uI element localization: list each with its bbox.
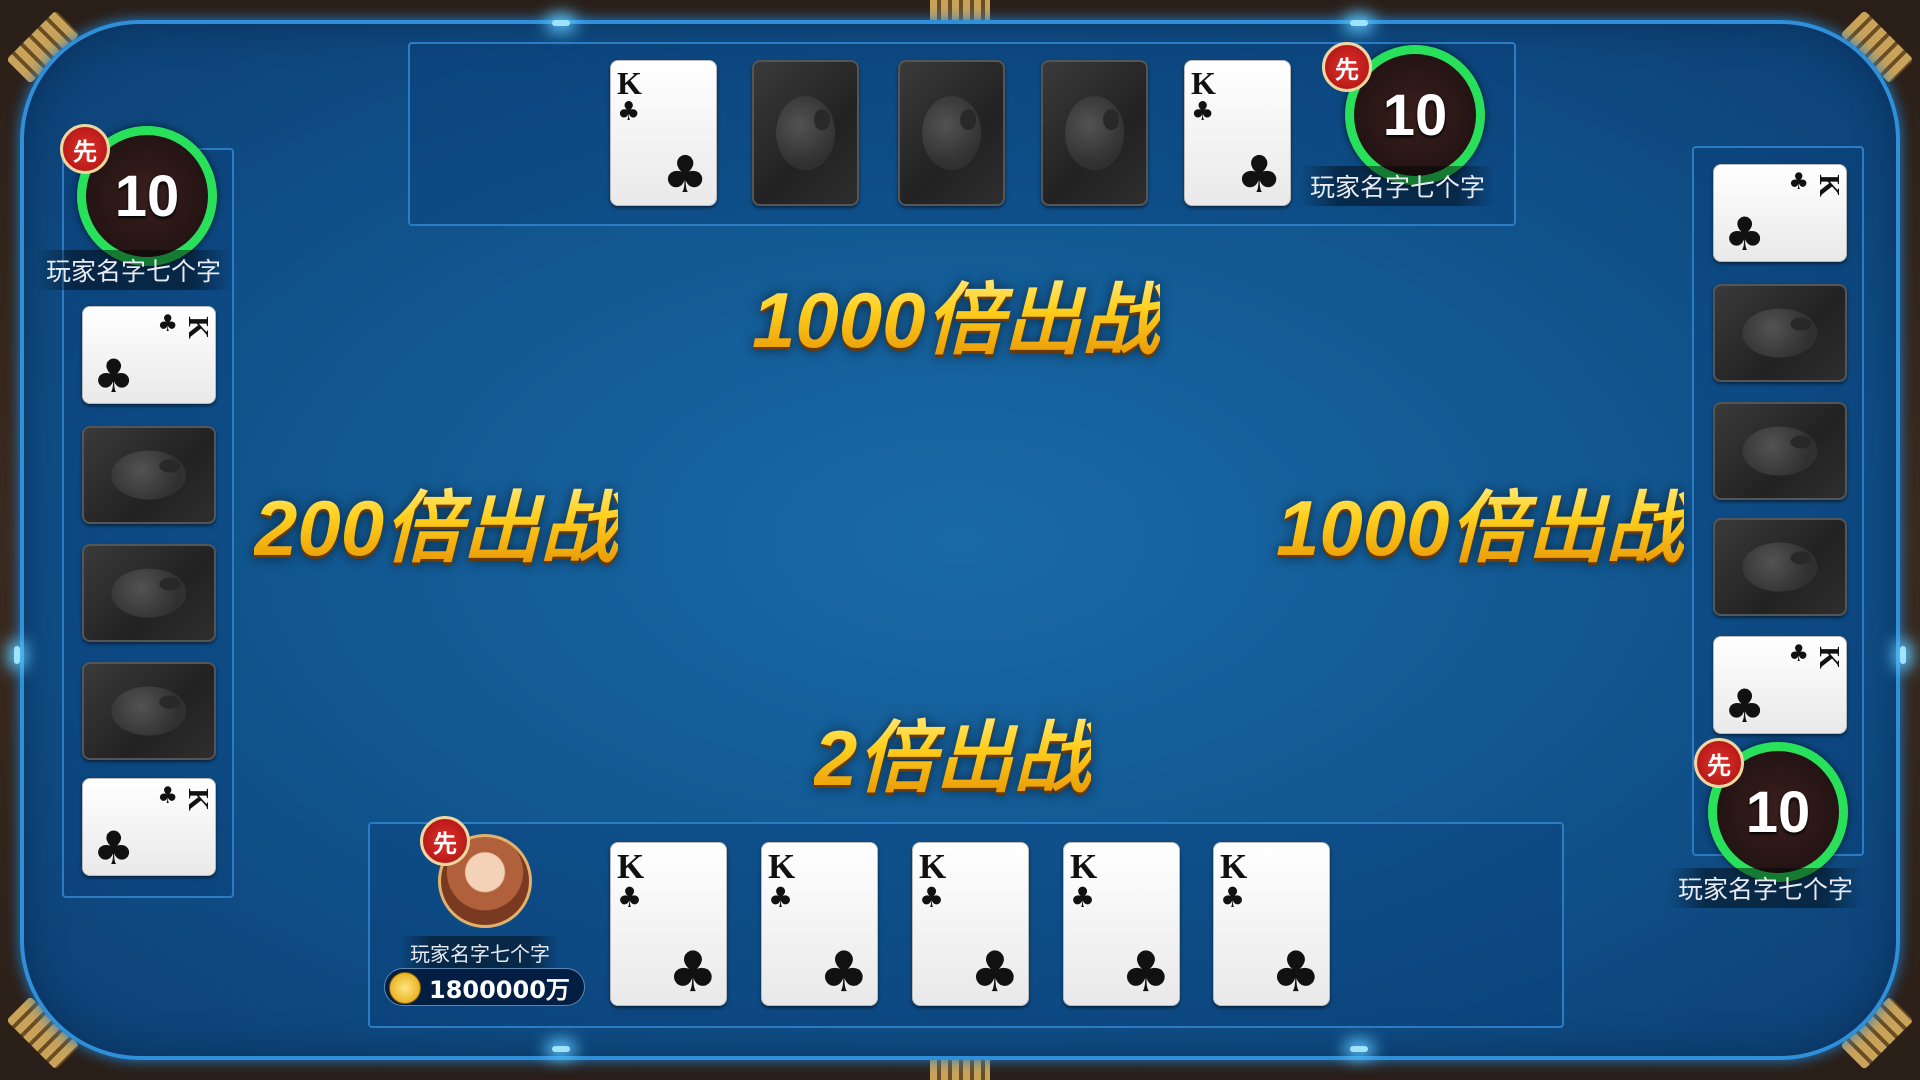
table-light: [552, 20, 570, 26]
card-back: [1713, 284, 1847, 382]
club-suit-icon: ♣: [818, 940, 869, 1005]
card-back: [1713, 518, 1847, 616]
club-suit-icon: ♣: [1236, 146, 1282, 205]
self-player-name: 玩家名字七个字: [400, 936, 560, 969]
table-light: [1900, 646, 1906, 664]
card-rank: K: [182, 788, 215, 811]
first-player-badge: 先: [60, 124, 110, 174]
club-suit-icon: ♣: [1724, 679, 1766, 733]
playing-card: K ♣ ♣: [82, 778, 216, 876]
club-suit-icon: ♣: [1220, 881, 1246, 914]
timer-count: 10: [1745, 779, 1811, 845]
playing-card: K ♣ ♣: [610, 60, 717, 206]
card-back: [1713, 402, 1847, 500]
club-suit-icon: ♣: [1120, 940, 1171, 1005]
club-suit-icon: ♣: [157, 311, 178, 337]
playing-card: K ♣ ♣: [1184, 60, 1291, 206]
right-bet-label: 1000倍出战: [1276, 466, 1684, 578]
card-back: [82, 662, 216, 760]
club-suit-icon: ♣: [617, 881, 643, 914]
club-suit-icon: ♣: [969, 940, 1020, 1005]
timer-count: 10: [114, 163, 180, 229]
card-rank: K: [182, 316, 215, 339]
club-suit-icon: ♣: [768, 881, 794, 914]
club-suit-icon: ♣: [617, 97, 641, 127]
card-back: [752, 60, 859, 206]
rim-ornament: [930, 1058, 990, 1080]
card-rank: K: [1070, 847, 1098, 886]
club-suit-icon: ♣: [1070, 881, 1096, 914]
playing-card: K ♣ ♣: [1713, 164, 1847, 262]
whale-logo-icon: [1064, 96, 1125, 170]
card-back: [82, 426, 216, 524]
card-back: [1041, 60, 1148, 206]
card-rank: K: [1813, 646, 1846, 669]
table-light: [14, 646, 20, 664]
playing-card: K ♣ ♣: [82, 306, 216, 404]
playing-card[interactable]: K ♣ ♣: [1063, 842, 1180, 1006]
card-rank: K: [1191, 65, 1216, 101]
rim-ornament: [930, 0, 990, 22]
whale-logo-icon: [1742, 542, 1818, 592]
gold-coin-icon: [389, 972, 421, 1004]
club-suit-icon: ♣: [919, 881, 945, 914]
card-rank: K: [1813, 174, 1846, 197]
table-light: [1350, 1046, 1368, 1052]
card-back: [898, 60, 1005, 206]
whale-logo-icon: [1742, 308, 1818, 358]
playing-card[interactable]: K ♣ ♣: [761, 842, 878, 1006]
first-player-badge: 先: [1322, 42, 1372, 92]
card-rank: K: [768, 847, 796, 886]
playing-card[interactable]: K ♣ ♣: [912, 842, 1029, 1006]
card-rank: K: [919, 847, 947, 886]
self-coin-balance: 1800000万: [384, 968, 585, 1006]
card-rank: K: [617, 847, 645, 886]
club-suit-icon: ♣: [1191, 97, 1215, 127]
left-bet-label: 200倍出战: [254, 466, 618, 578]
left-player-name: 玩家名字七个字: [36, 250, 232, 290]
top-player-name: 玩家名字七个字: [1300, 166, 1496, 206]
timer-count: 10: [1382, 82, 1448, 148]
whale-logo-icon: [111, 686, 187, 736]
bottom-bet-label: 2倍出战: [814, 696, 1091, 808]
card-back: [82, 544, 216, 642]
table-light: [1350, 20, 1368, 26]
club-suit-icon: ♣: [93, 821, 135, 875]
club-suit-icon: ♣: [1270, 940, 1321, 1005]
first-player-badge: 先: [1694, 738, 1744, 788]
club-suit-icon: ♣: [93, 349, 135, 403]
whale-logo-icon: [775, 96, 836, 170]
whale-logo-icon: [111, 568, 187, 618]
whale-logo-icon: [921, 96, 982, 170]
club-suit-icon: ♣: [667, 940, 718, 1005]
playing-card: K ♣ ♣: [1713, 636, 1847, 734]
playing-card[interactable]: K ♣ ♣: [610, 842, 727, 1006]
table-light: [552, 1046, 570, 1052]
club-suit-icon: ♣: [1724, 207, 1766, 261]
club-suit-icon: ♣: [1788, 169, 1809, 195]
whale-logo-icon: [1742, 426, 1818, 476]
whale-logo-icon: [111, 450, 187, 500]
club-suit-icon: ♣: [1788, 641, 1809, 667]
card-rank: K: [617, 65, 642, 101]
club-suit-icon: ♣: [662, 146, 708, 205]
coin-amount: 1800000万: [429, 975, 570, 1004]
right-player-name: 玩家名字七个字: [1668, 868, 1864, 908]
top-bet-label: 1000倍出战: [752, 258, 1160, 370]
club-suit-icon: ♣: [157, 783, 178, 809]
first-player-badge: 先: [420, 816, 470, 866]
playing-card[interactable]: K ♣ ♣: [1213, 842, 1330, 1006]
card-rank: K: [1220, 847, 1248, 886]
